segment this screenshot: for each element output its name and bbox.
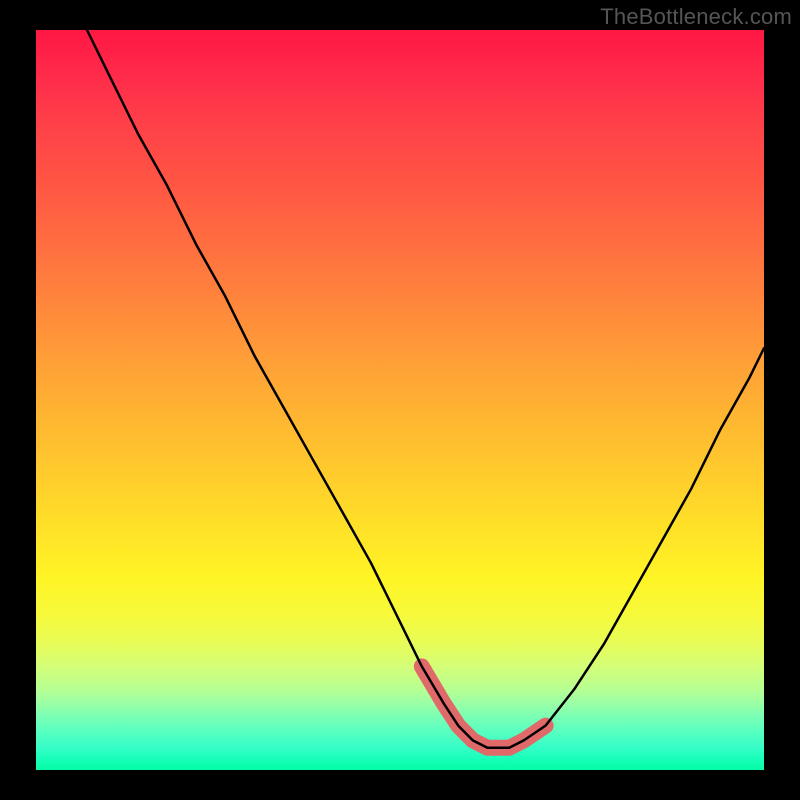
- bottleneck-curve-path: [87, 30, 764, 748]
- optimal-band-highlight: [422, 666, 546, 747]
- curve-svg: [36, 30, 764, 770]
- plot-area: [36, 30, 764, 770]
- chart-frame: TheBottleneck.com: [0, 0, 800, 800]
- watermark-text: TheBottleneck.com: [600, 4, 792, 30]
